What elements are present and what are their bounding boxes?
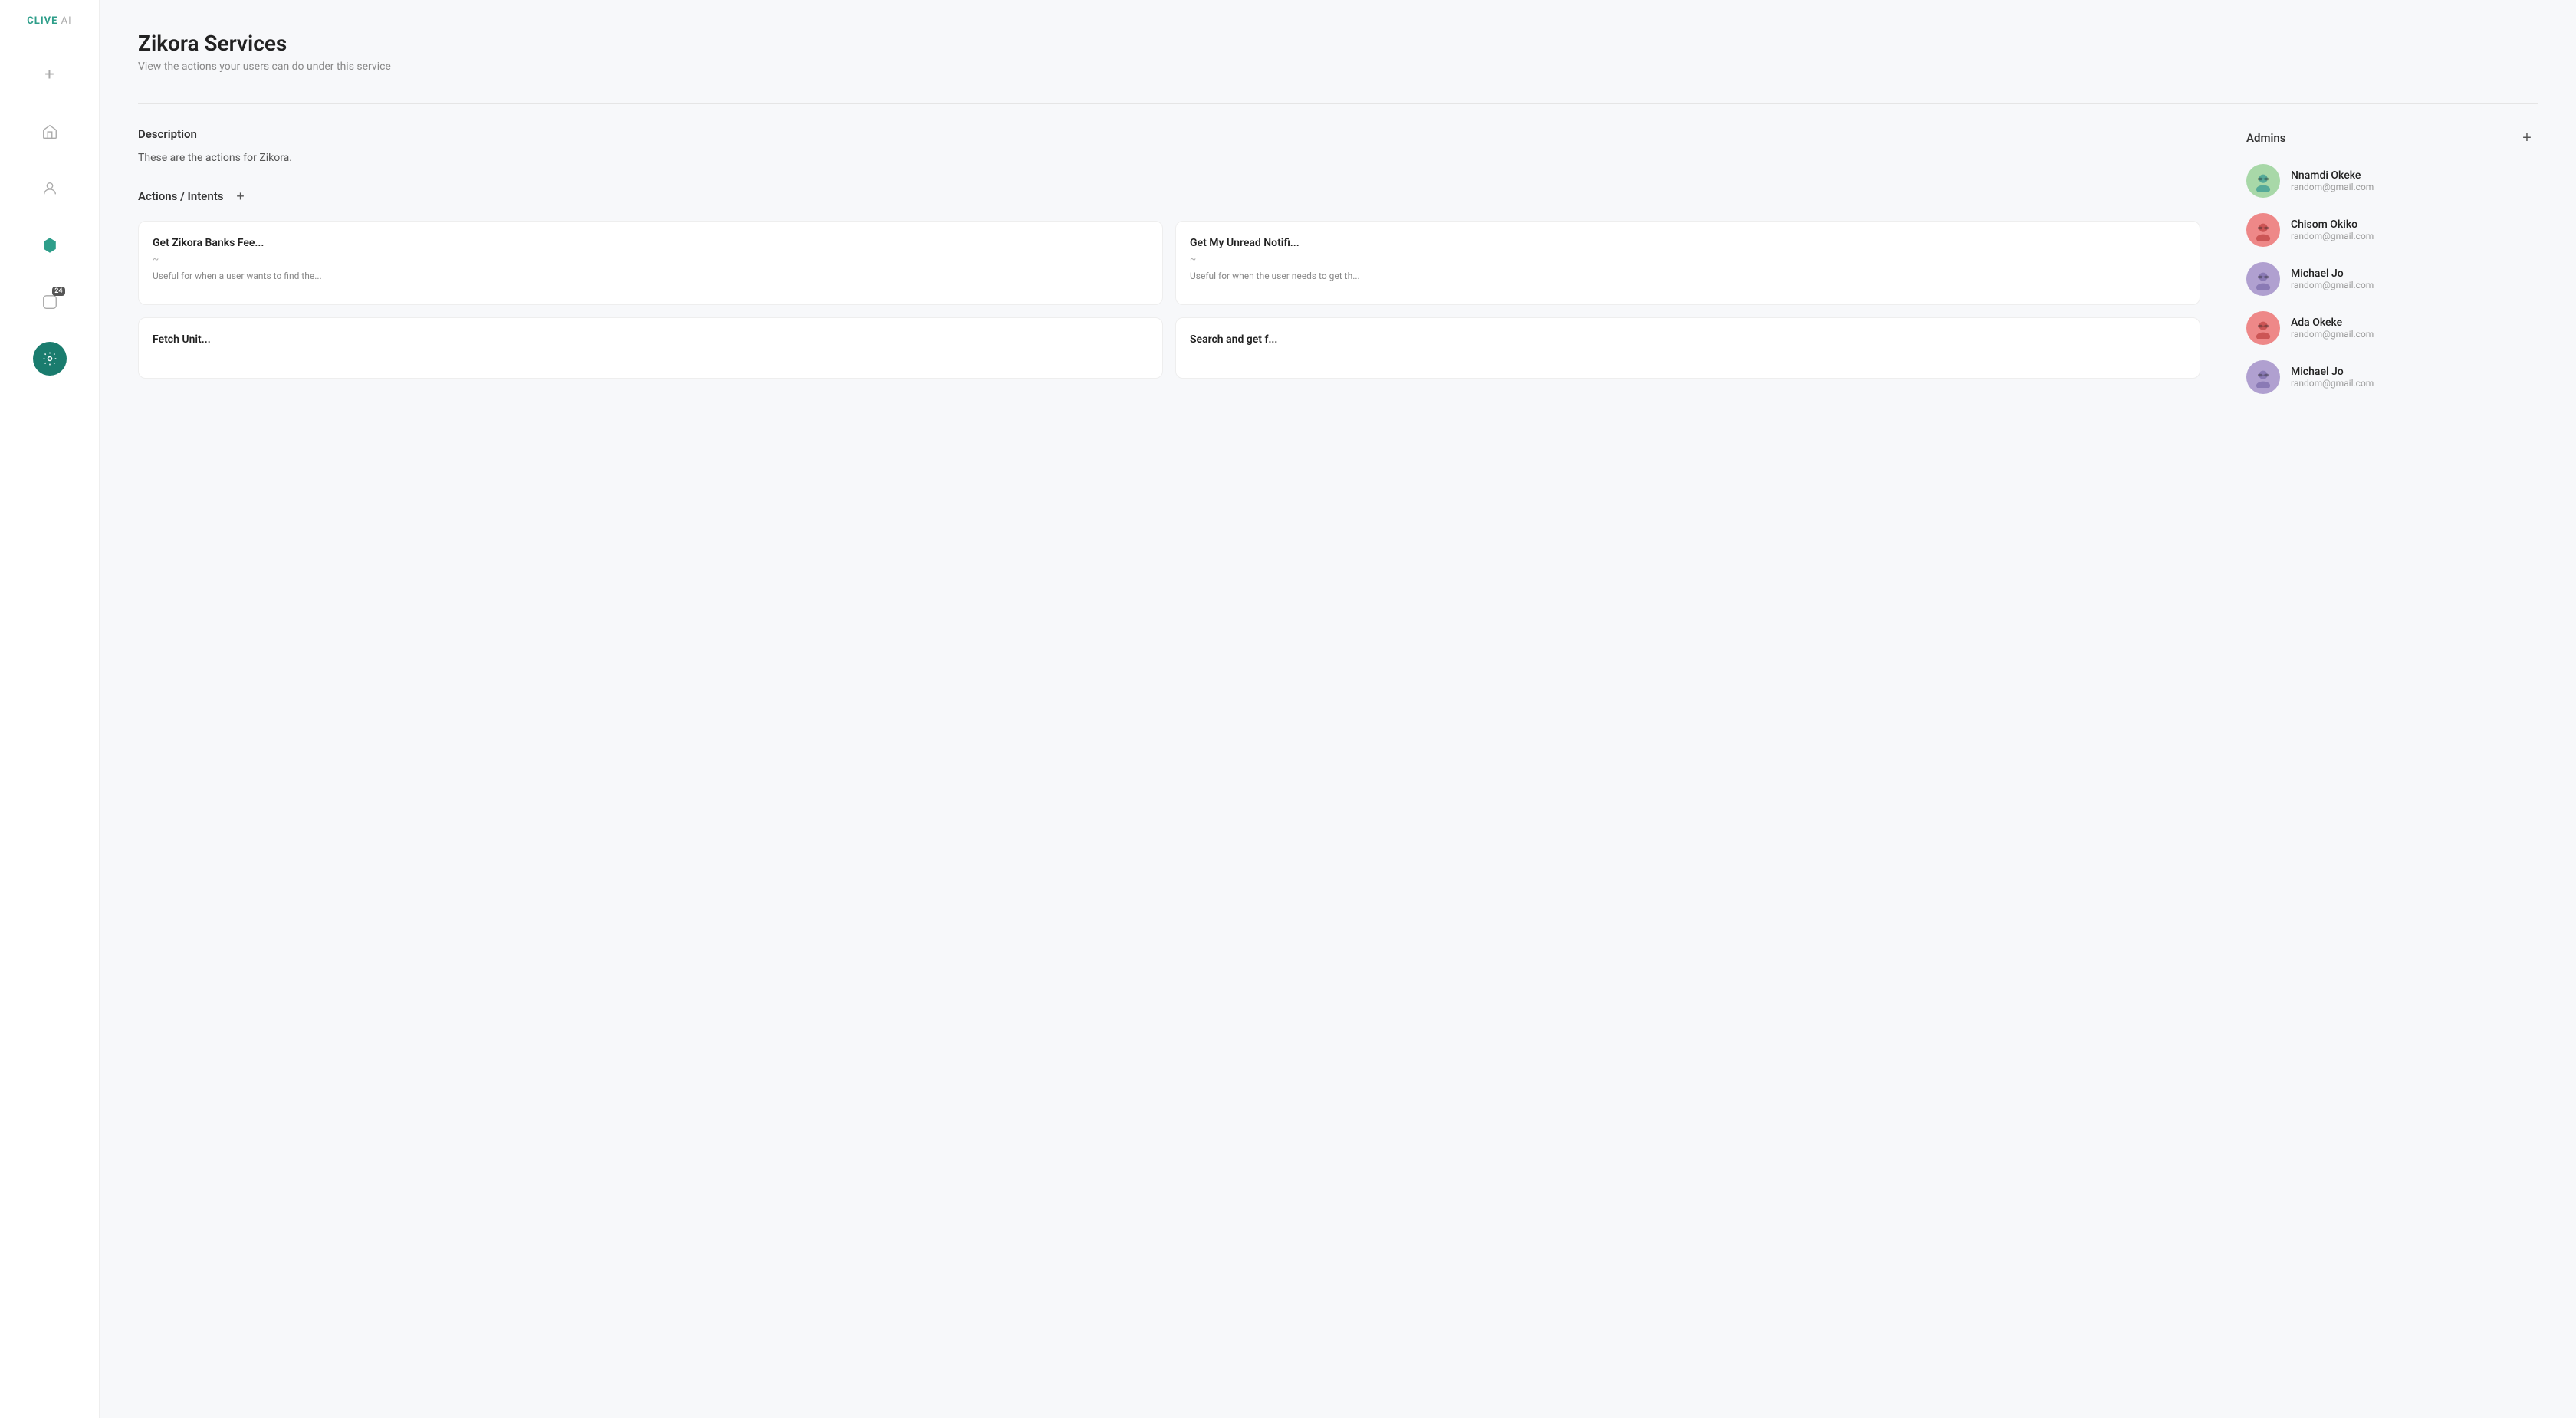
admin-email-3: random@gmail.com [2291, 329, 2374, 340]
admin-avatar-0 [2246, 164, 2280, 198]
admin-name-4: Michael Jo [2291, 366, 2374, 378]
logo: CLIVE AI [27, 15, 71, 28]
actions-title: Actions / Intents [138, 189, 223, 203]
home-nav-icon[interactable] [33, 115, 67, 149]
admin-info-2: Michael Jo random@gmail.com [2291, 268, 2374, 290]
notifications-nav-icon[interactable]: 24 [33, 285, 67, 319]
admin-avatar-2 [2246, 262, 2280, 296]
card-tilde-0: ~ [153, 254, 1148, 264]
admin-avatar-4 [2246, 360, 2280, 394]
hexagon-nav-icon[interactable] [33, 228, 67, 262]
add-admin-button[interactable]: + [2516, 127, 2538, 149]
logo-suffix: AI [61, 15, 72, 27]
cards-grid: Get Zikora Banks Fee... ~ Useful for whe… [138, 221, 2200, 379]
admin-item-0: Nnamdi Okeke random@gmail.com [2246, 164, 2538, 198]
add-action-button[interactable]: + [231, 187, 249, 205]
description-label: Description [138, 127, 2200, 141]
left-column: Description These are the actions for Zi… [138, 127, 2200, 409]
divider [138, 103, 2538, 104]
description-text: These are the actions for Zikora. [138, 152, 2200, 164]
settings-nav-icon[interactable] [33, 342, 67, 376]
user-nav-icon[interactable] [33, 172, 67, 205]
page-title: Zikora Services [138, 31, 2538, 56]
add-nav-icon[interactable]: + [33, 58, 67, 92]
card-desc-0: Useful for when a user wants to find the… [153, 269, 1148, 283]
card-desc-1: Useful for when the user needs to get th… [1190, 269, 2186, 283]
admins-column: Admins + Nnamdi Okeke r [2246, 127, 2538, 409]
action-card-1[interactable]: Get My Unread Notifi... ~ Useful for whe… [1175, 221, 2200, 305]
logo-brand: CLIVE [27, 15, 58, 27]
card-title-1: Get My Unread Notifi... [1190, 237, 2186, 249]
admin-name-1: Chisom Okiko [2291, 218, 2374, 231]
card-title-2: Fetch Unit... [153, 333, 1148, 346]
admin-info-1: Chisom Okiko random@gmail.com [2291, 218, 2374, 241]
admin-item-3: Ada Okeke random@gmail.com [2246, 311, 2538, 345]
card-tilde-1: ~ [1190, 254, 2186, 264]
actions-header: Actions / Intents + [138, 187, 2200, 205]
notification-badge: 24 [52, 287, 64, 296]
admin-avatar-1 [2246, 213, 2280, 247]
admin-item-1: Chisom Okiko random@gmail.com [2246, 213, 2538, 247]
sidebar: CLIVE AI + 24 [0, 0, 100, 1418]
action-card-3[interactable]: Search and get f... [1175, 317, 2200, 379]
admin-email-4: random@gmail.com [2291, 378, 2374, 389]
admins-title: Admins [2246, 131, 2285, 145]
admin-name-3: Ada Okeke [2291, 317, 2374, 329]
admin-avatar-3 [2246, 311, 2280, 345]
content-grid: Description These are the actions for Zi… [138, 127, 2538, 409]
main-content: Zikora Services View the actions your us… [100, 0, 2576, 1418]
action-card-0[interactable]: Get Zikora Banks Fee... ~ Useful for whe… [138, 221, 1163, 305]
admin-name-0: Nnamdi Okeke [2291, 169, 2374, 182]
page-subtitle: View the actions your users can do under… [138, 61, 2538, 73]
admins-header: Admins + [2246, 127, 2538, 149]
card-title-3: Search and get f... [1190, 333, 2186, 346]
action-card-2[interactable]: Fetch Unit... [138, 317, 1163, 379]
admin-email-0: random@gmail.com [2291, 182, 2374, 192]
card-title-0: Get Zikora Banks Fee... [153, 237, 1148, 249]
admin-item-2: Michael Jo random@gmail.com [2246, 262, 2538, 296]
admin-info-4: Michael Jo random@gmail.com [2291, 366, 2374, 389]
admin-email-2: random@gmail.com [2291, 280, 2374, 290]
admin-item-4: Michael Jo random@gmail.com [2246, 360, 2538, 394]
admin-info-0: Nnamdi Okeke random@gmail.com [2291, 169, 2374, 192]
admin-info-3: Ada Okeke random@gmail.com [2291, 317, 2374, 340]
admin-name-2: Michael Jo [2291, 268, 2374, 280]
admin-email-1: random@gmail.com [2291, 231, 2374, 241]
